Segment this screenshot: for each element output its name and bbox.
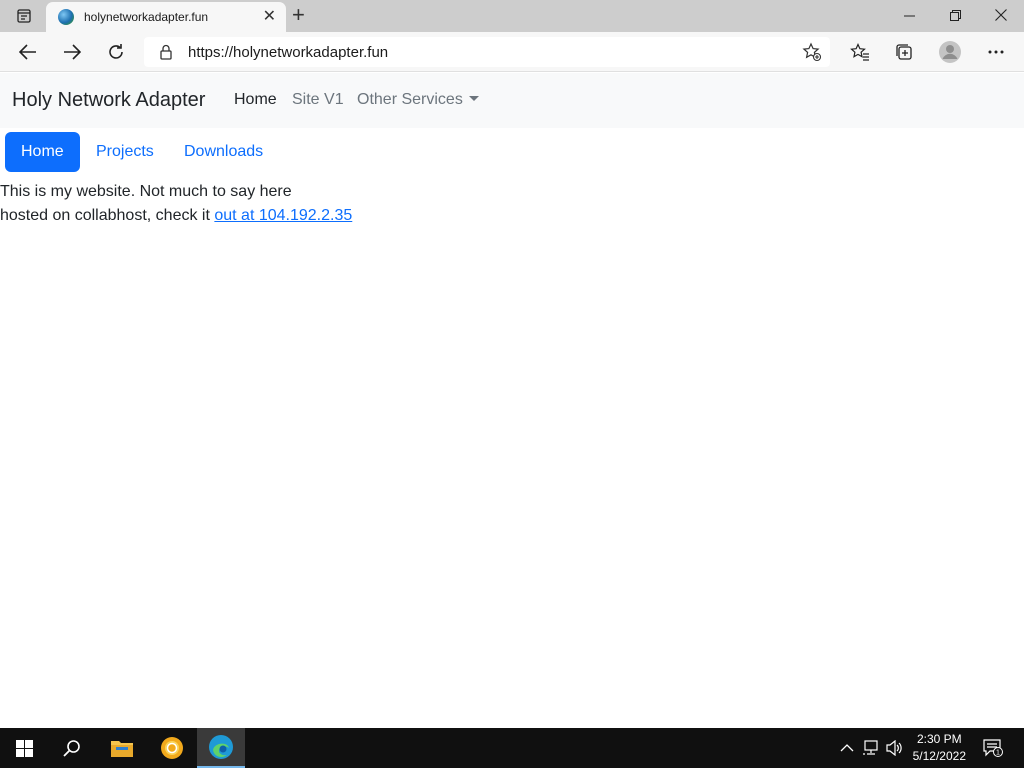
chevron-up-icon[interactable] (838, 740, 856, 756)
nav-dropdown-other-services[interactable]: Other Services (357, 91, 479, 109)
close-window-icon[interactable] (978, 0, 1024, 30)
notification-center-icon[interactable]: 1 (982, 738, 1004, 758)
pill-home[interactable]: Home (5, 132, 80, 172)
lock-icon[interactable] (160, 44, 172, 65)
nav-link-site-v1[interactable]: Site V1 (292, 91, 344, 109)
start-windows-icon[interactable] (0, 728, 48, 768)
caret-down-icon (468, 96, 479, 101)
more-options-icon[interactable] (984, 40, 1008, 64)
tab-actions-icon[interactable] (8, 6, 40, 26)
collections-icon[interactable] (892, 40, 916, 64)
browser-toolbar: https://holynetworkadapter.fun (0, 32, 1024, 72)
network-icon[interactable] (862, 740, 880, 756)
new-tab-icon[interactable]: + (292, 4, 305, 26)
content-line-1: This is my website. Not much to say here (0, 183, 292, 200)
nav-dropdown-label: Other Services (357, 91, 463, 108)
volume-icon[interactable] (886, 740, 904, 756)
content-line-2-text: hosted on collabhost, check it (0, 207, 215, 224)
pill-projects[interactable]: Projects (80, 132, 170, 172)
nav-link-home[interactable]: Home (234, 91, 277, 109)
profile-avatar-icon[interactable] (938, 40, 962, 64)
pill-downloads[interactable]: Downloads (168, 132, 279, 172)
page-content: This is my website. Not much to say here… (0, 180, 352, 228)
forward-arrow-icon[interactable] (60, 40, 84, 64)
restore-icon[interactable] (932, 0, 978, 30)
windows-taskbar: 2:30 PM 5/12/2022 1 (0, 728, 1024, 768)
address-bar[interactable]: https://holynetworkadapter.fun (144, 37, 830, 67)
clock-date: 5/12/2022 (912, 749, 966, 763)
notification-badge: 1 (996, 750, 1000, 757)
browser-tab[interactable]: holynetworkadapter.fun ✕ (46, 2, 286, 32)
url-text[interactable]: https://holynetworkadapter.fun (188, 44, 388, 61)
site-navbar: Holy Network Adapter Home Site V1 Other … (0, 73, 1024, 128)
refresh-icon[interactable] (104, 40, 128, 64)
close-tab-icon[interactable]: ✕ (263, 9, 276, 25)
server-ip-link[interactable]: out at 104.192.2.35 (214, 207, 352, 224)
favorites-icon[interactable] (848, 40, 872, 64)
chrome-canary-icon[interactable] (148, 728, 196, 768)
search-icon[interactable] (48, 728, 96, 768)
globe-icon (58, 9, 74, 25)
add-favorite-icon[interactable] (802, 42, 822, 67)
edge-browser-icon[interactable] (197, 728, 245, 768)
site-brand[interactable]: Holy Network Adapter (12, 89, 205, 112)
browser-tab-bar: holynetworkadapter.fun ✕ + (0, 0, 1024, 32)
clock-time: 2:30 PM (916, 732, 962, 746)
tab-title: holynetworkadapter.fun (84, 10, 209, 24)
file-explorer-icon[interactable] (98, 728, 146, 768)
system-clock[interactable]: 2:30 PM 5/12/2022 (913, 731, 966, 765)
back-arrow-icon[interactable] (16, 40, 40, 64)
minimize-icon[interactable] (886, 0, 932, 30)
content-line-2: hosted on collabhost, check it out at 10… (0, 204, 352, 228)
